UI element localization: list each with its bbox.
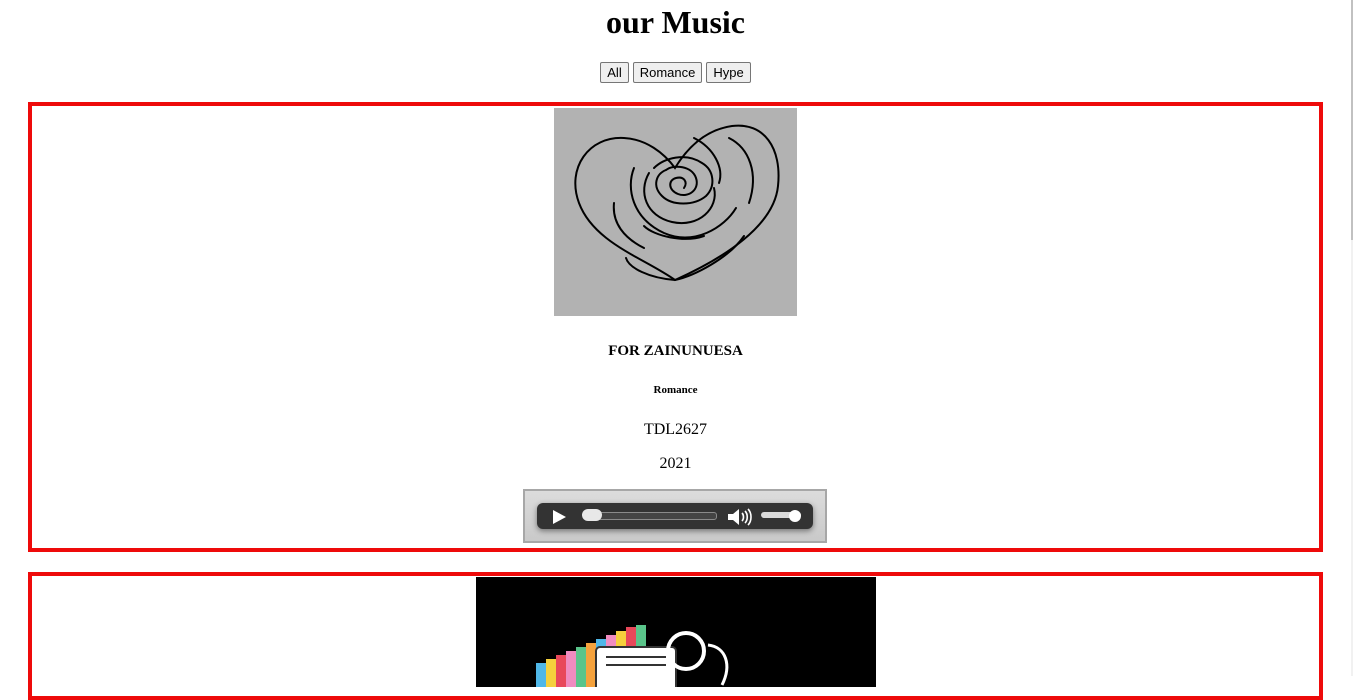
rose-heart-cover-image	[554, 108, 797, 316]
page-title: our Music	[606, 4, 745, 40]
track-card: FOR ZAINUNUESA Romance TDL2627 2021	[28, 102, 1323, 552]
volume-icon[interactable]	[727, 508, 753, 526]
seek-slider[interactable]	[583, 512, 717, 520]
seek-handle[interactable]	[582, 509, 602, 521]
play-icon[interactable]	[551, 509, 567, 525]
track-title: FOR ZAINUNUESA	[608, 343, 743, 359]
music-page: our Music All Romance Hype FOR ZAINUNUES…	[0, 0, 1351, 700]
track-code: TDL2627	[643, 421, 708, 438]
audio-player	[523, 489, 827, 543]
genre-filter-bar: All Romance Hype	[0, 62, 1351, 83]
track-genre: Romance	[653, 384, 698, 396]
volume-handle[interactable]	[789, 510, 801, 522]
track-year: 2021	[659, 455, 692, 472]
track-card	[28, 572, 1323, 700]
filter-hype-button[interactable]: Hype	[706, 62, 751, 83]
rainbow-radio-cover-image	[475, 577, 876, 687]
filter-all-button[interactable]: All	[600, 62, 629, 83]
audio-controls	[537, 503, 813, 529]
filter-romance-button[interactable]: Romance	[632, 62, 703, 83]
